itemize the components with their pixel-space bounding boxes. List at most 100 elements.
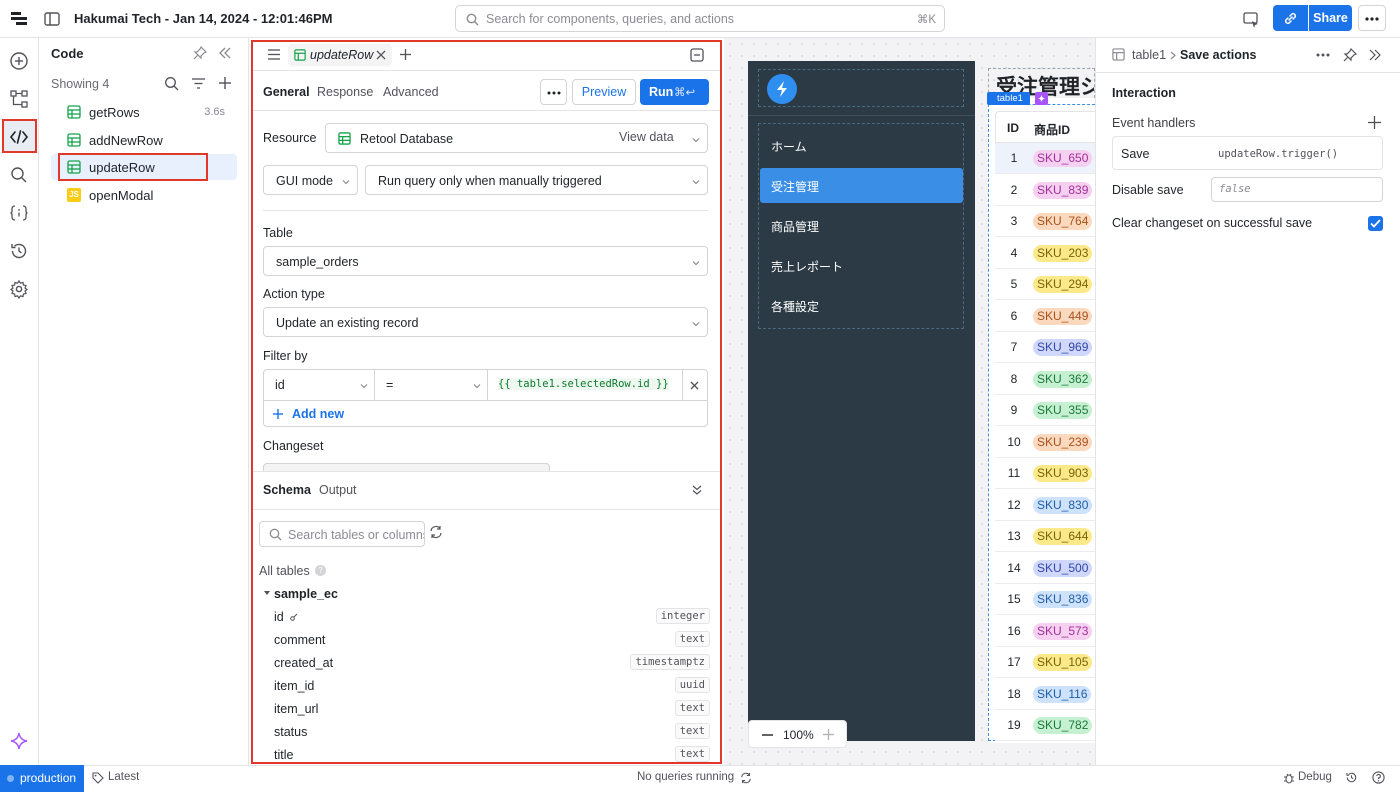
copy-link-button[interactable] xyxy=(1273,5,1308,31)
zoom-in-icon[interactable] xyxy=(823,729,834,740)
table-row[interactable]: 12 SKU_830 xyxy=(995,490,1095,521)
collapse-panel-icon[interactable] xyxy=(218,47,232,59)
table-row[interactable]: 5 SKU_294 xyxy=(995,269,1095,300)
preview-button[interactable]: Preview xyxy=(572,79,636,105)
schema-column[interactable]: id integer xyxy=(274,607,710,627)
pin-icon[interactable] xyxy=(193,46,207,60)
trigger-select[interactable]: Run query only when manually triggered xyxy=(365,165,708,195)
schema-column[interactable]: item_url text xyxy=(274,699,710,719)
ai-tag-icon[interactable] xyxy=(1035,92,1048,105)
close-tab-icon[interactable] xyxy=(376,50,386,60)
version-label[interactable]: Latest xyxy=(108,771,139,783)
changeset-toggle[interactable] xyxy=(263,463,550,471)
table-row[interactable]: 16 SKU_573 xyxy=(995,616,1095,647)
table-row[interactable]: 18 SKU_116 xyxy=(995,679,1095,710)
inspector-more-icon[interactable] xyxy=(1316,53,1330,57)
mode-select[interactable]: GUI mode xyxy=(263,165,358,195)
query-item-getrows[interactable]: getRows 3.6s xyxy=(51,99,237,125)
refresh-icon[interactable] xyxy=(429,525,443,539)
environment-badge[interactable]: production xyxy=(0,765,84,792)
schema-column[interactable]: status text xyxy=(274,722,710,742)
nav-item-settings[interactable]: 各種設定 xyxy=(771,298,819,315)
breadcrumb-parent[interactable]: table1 xyxy=(1132,48,1166,62)
sidebar-toggle-icon[interactable] xyxy=(43,10,61,28)
output-tab[interactable]: Output xyxy=(319,483,357,497)
table-row[interactable]: 9 SKU_355 xyxy=(995,395,1095,426)
schema-tab[interactable]: Schema xyxy=(263,483,311,497)
filter-search-icon[interactable] xyxy=(164,76,179,91)
column-header-sku[interactable]: 商品ID xyxy=(1034,121,1070,138)
subtab-advanced[interactable]: Advanced xyxy=(383,85,439,99)
collapse-inspector-icon[interactable] xyxy=(1369,49,1381,61)
help-footer-icon[interactable] xyxy=(1372,771,1385,784)
state-variables-icon[interactable] xyxy=(9,203,29,223)
minimize-editor-icon[interactable] xyxy=(690,48,704,62)
table-row[interactable]: 6 SKU_449 xyxy=(995,301,1095,332)
schema-search-input[interactable]: Search tables or columns xyxy=(259,521,425,547)
table-row[interactable]: 8 SKU_362 xyxy=(995,364,1095,395)
preview-app-icon[interactable] xyxy=(1242,10,1260,28)
zoom-out-icon[interactable] xyxy=(762,734,773,736)
table-select[interactable]: sample_orders xyxy=(263,246,708,276)
table-row[interactable]: 3 SKU_764 xyxy=(995,206,1095,237)
component-tree-icon[interactable] xyxy=(9,89,29,109)
help-icon[interactable]: ? xyxy=(315,565,326,576)
history-icon[interactable] xyxy=(9,241,29,261)
table-row[interactable]: 19 SKU_782 xyxy=(995,710,1095,741)
settings-gear-icon[interactable] xyxy=(9,279,29,299)
schema-column[interactable]: created_at timestamptz xyxy=(274,653,710,673)
table-row[interactable]: 15 SKU_836 xyxy=(995,584,1095,615)
add-handler-icon[interactable] xyxy=(1368,116,1381,129)
menu-icon[interactable] xyxy=(267,48,281,61)
global-search-input[interactable]: Search for components, queries, and acti… xyxy=(455,5,945,32)
query-options-button[interactable] xyxy=(540,79,567,105)
column-header-id[interactable]: ID xyxy=(1007,121,1019,135)
table-row[interactable]: 2 SKU_839 xyxy=(995,175,1095,206)
nav-item-home[interactable]: ホーム xyxy=(771,138,807,155)
subtab-response[interactable]: Response xyxy=(317,85,373,99)
new-tab-icon[interactable] xyxy=(399,48,412,61)
nav-item-orders[interactable]: 受注管理 xyxy=(771,178,819,195)
tab-updaterow[interactable]: updateRow xyxy=(288,44,392,66)
table-row[interactable]: 11 SKU_903 xyxy=(995,458,1095,489)
filter-icon[interactable] xyxy=(191,77,206,90)
remove-filter-icon[interactable] xyxy=(690,381,699,390)
schema-table-name[interactable]: sample_ec xyxy=(274,587,338,601)
run-button[interactable]: Run ⌘↩ xyxy=(640,79,709,105)
table-row[interactable]: 10 SKU_239 xyxy=(995,427,1095,458)
table1-tag[interactable]: table1 xyxy=(987,92,1030,105)
table-row[interactable]: 7 SKU_969 xyxy=(995,332,1095,363)
action-type-select[interactable]: Update an existing record xyxy=(263,307,708,337)
nav-item-sales-report[interactable]: 売上レポート xyxy=(771,258,843,275)
nav-item-products[interactable]: 商品管理 xyxy=(771,218,819,235)
retool-logo-icon[interactable] xyxy=(10,10,28,28)
clear-changeset-checkbox[interactable] xyxy=(1368,216,1383,231)
query-item-addnewrow[interactable]: addNewRow xyxy=(51,127,237,153)
add-query-icon[interactable] xyxy=(218,76,232,90)
collapse-bottom-icon[interactable] xyxy=(692,485,702,495)
share-button[interactable]: Share xyxy=(1309,5,1352,31)
table-row[interactable]: 14 SKU_500 xyxy=(995,553,1095,584)
filter-value-input[interactable]: {{ table1.selectedRow.id }} xyxy=(488,370,683,400)
search-nav-icon[interactable] xyxy=(9,165,29,185)
table-row[interactable]: 4 SKU_203 xyxy=(995,238,1095,269)
more-options-button[interactable] xyxy=(1358,5,1386,31)
debug-button[interactable]: Debug xyxy=(1298,771,1332,783)
subtab-general[interactable]: General xyxy=(263,85,310,99)
table-row[interactable]: 17 SKU_105 xyxy=(995,647,1095,678)
filter-operator-select[interactable]: = xyxy=(375,370,488,400)
ai-assist-icon[interactable] xyxy=(9,731,29,751)
expand-chevron-icon[interactable] xyxy=(263,589,271,597)
app-title[interactable]: Hakumai Tech - Jan 14, 2024 - 12:01:46PM xyxy=(74,11,332,26)
schema-column[interactable]: title text xyxy=(274,745,710,762)
schema-column[interactable]: item_id uuid xyxy=(274,676,710,696)
event-handler-row[interactable]: Save updateRow.trigger() xyxy=(1112,136,1383,170)
status-refresh-icon[interactable] xyxy=(740,772,752,784)
history-footer-icon[interactable] xyxy=(1345,771,1358,784)
code-icon[interactable] xyxy=(9,127,29,147)
view-data-link[interactable]: View data xyxy=(619,130,674,144)
schema-column[interactable]: comment text xyxy=(274,630,710,650)
query-item-openmodal[interactable]: JS openModal xyxy=(51,182,237,208)
inspector-pin-icon[interactable] xyxy=(1343,48,1357,62)
filter-column-select[interactable]: id xyxy=(264,370,375,400)
